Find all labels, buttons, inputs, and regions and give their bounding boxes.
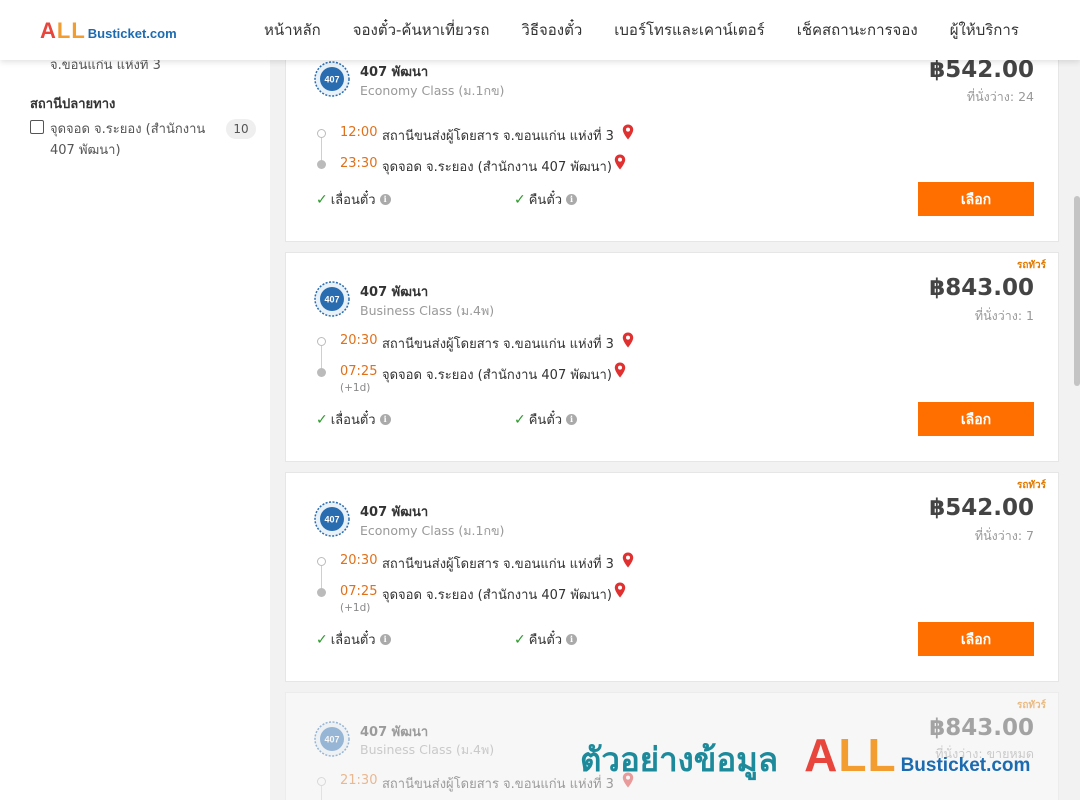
feature-change-ticket: ✓ เลื่อนตั๋ว i	[316, 189, 391, 210]
departure-dot	[317, 129, 326, 138]
select-trip-button[interactable]: เลือก	[918, 622, 1034, 656]
svg-text:407: 407	[324, 295, 339, 305]
sample-data-watermark: ตัวอย่างข้อมูล ALL Busticket.com	[580, 729, 1031, 781]
operator-name: 407 พัฒนา	[360, 505, 429, 520]
departure-dot	[317, 777, 326, 786]
check-icon: ✓	[514, 191, 526, 208]
bus-operator-logo: 407	[314, 61, 350, 97]
nav-book-search[interactable]: จองตั๋ว-ค้นหาเที่ยวรถ	[337, 18, 506, 42]
bus-class: Business Class (ม.4พ)	[360, 303, 495, 318]
scrollbar-thumb[interactable]	[1074, 196, 1080, 386]
timeline-line	[321, 346, 322, 370]
bus-operator-logo: 407	[314, 501, 350, 537]
feature-refund-ticket: ✓ คืนตั๋ว i	[514, 409, 578, 430]
feature-change-ticket: ✓ เลื่อนตั๋ว i	[316, 629, 391, 650]
scrollbar-track[interactable]	[1074, 60, 1080, 800]
operator-name: 407 พัฒนา	[360, 285, 429, 300]
info-icon[interactable]: i	[566, 194, 578, 205]
map-pin-icon[interactable]	[622, 552, 634, 568]
trip-card: 407 407 พัฒนา Economy Class (ม.1กข) ฿542…	[285, 48, 1059, 242]
seats-available: ที่นั่งว่าง: 7	[974, 528, 1034, 543]
bus-operator-logo: 407	[314, 281, 350, 317]
bus-operator-logo: 407	[314, 721, 350, 757]
info-icon[interactable]: i	[379, 194, 391, 205]
trip-price: ฿542.00	[929, 495, 1034, 521]
destination-filter-heading: สถานีปลายทาง	[30, 97, 116, 112]
svg-text:407: 407	[324, 75, 339, 85]
next-day-indicator: (+1d)	[340, 602, 371, 614]
info-icon[interactable]: i	[379, 414, 391, 425]
destination-option-label[interactable]: จุดจอด จ.ระยอง (สำนักงาน 407 พัฒนา)	[50, 119, 215, 161]
operator-name: 407 พัฒนา	[360, 725, 429, 740]
departure-dot	[317, 337, 326, 346]
nav-how-to-book[interactable]: วิธีจองตั๋ว	[505, 18, 598, 42]
arrival-dot	[317, 160, 326, 169]
arrival-time: 07:25	[340, 364, 378, 379]
arrival-dot	[317, 368, 326, 377]
info-icon[interactable]: i	[566, 634, 578, 645]
select-trip-button[interactable]: เลือก	[918, 182, 1034, 216]
trip-price: ฿843.00	[929, 275, 1034, 301]
check-icon: ✓	[316, 631, 328, 648]
seats-available: ที่นั่งว่าง: 1	[974, 308, 1034, 323]
departure-time: 12:00	[340, 125, 378, 140]
map-pin-icon[interactable]	[622, 124, 634, 140]
check-icon: ✓	[514, 631, 526, 648]
departure-dot	[317, 557, 326, 566]
arrival-dot	[317, 588, 326, 597]
arrival-time: 23:30	[340, 156, 378, 171]
select-trip-button[interactable]: เลือก	[918, 402, 1034, 436]
departure-time: 20:30	[340, 333, 378, 348]
seats-available: ที่นั่งว่าง: 24	[966, 89, 1034, 104]
feature-refund-ticket: ✓ คืนตั๋ว i	[514, 629, 578, 650]
timeline-line	[321, 786, 322, 800]
bus-class: Economy Class (ม.1กข)	[360, 83, 505, 98]
trip-card: รถทัวร์ 407 407 พัฒนา Economy Class (ม.1…	[285, 472, 1059, 682]
trip-card: รถทัวร์ 407 407 พัฒนา Business Class (ม.…	[285, 252, 1059, 462]
departure-station: สถานีขนส่งผู้โดยสาร จ.ขอนแก่น แห่งที่ 3	[382, 337, 614, 352]
bus-type-badge: รถทัวร์	[1016, 700, 1046, 711]
bus-type-badge: รถทัวร์	[1016, 480, 1046, 491]
info-icon[interactable]: i	[379, 634, 391, 645]
departure-station: สถานีขนส่งผู้โดยสาร จ.ขอนแก่น แห่งที่ 3	[382, 129, 614, 144]
map-pin-icon[interactable]	[614, 582, 626, 598]
feature-refund-ticket: ✓ คืนตั๋ว i	[514, 189, 578, 210]
map-pin-icon[interactable]	[622, 332, 634, 348]
feature-change-ticket: ✓ เลื่อนตั๋ว i	[316, 409, 391, 430]
bus-class: Business Class (ม.4พ)	[360, 742, 495, 757]
main-nav: หน้าหลัก จองตั๋ว-ค้นหาเที่ยวรถ วิธีจองตั…	[248, 0, 1035, 60]
next-day-indicator: (+1d)	[340, 382, 371, 394]
check-icon: ✓	[316, 191, 328, 208]
map-pin-icon[interactable]	[614, 154, 626, 170]
arrival-station: จุดจอด จ.ระยอง (สำนักงาน 407 พัฒนา)	[382, 588, 612, 603]
nav-phone-counters[interactable]: เบอร์โทรและเคาน์เตอร์	[598, 18, 780, 42]
departure-station: สถานีขนส่งผู้โดยสาร จ.ขอนแก่น แห่งที่ 3	[382, 557, 614, 572]
operator-name: 407 พัฒนา	[360, 65, 429, 80]
departure-time: 21:30	[340, 773, 378, 788]
arrival-station: จุดจอด จ.ระยอง (สำนักงาน 407 พัฒนา)	[382, 368, 612, 383]
nav-operators[interactable]: ผู้ให้บริการ	[934, 18, 1035, 42]
arrival-time: 07:25	[340, 584, 378, 599]
filter-sidebar: จ.ขอนแก่น แห่งที่ 3 สถานีปลายทาง จุดจอด …	[0, 58, 270, 800]
top-navbar: ALL Busticket.com หน้าหลัก จองตั๋ว-ค้นหา…	[0, 0, 1080, 60]
bus-type-badge: รถทัวร์	[1016, 260, 1046, 271]
info-icon[interactable]: i	[566, 414, 578, 425]
bus-class: Economy Class (ม.1กข)	[360, 523, 505, 538]
check-icon: ✓	[316, 411, 328, 428]
departure-time: 20:30	[340, 553, 378, 568]
check-icon: ✓	[514, 411, 526, 428]
timeline-line	[321, 138, 322, 162]
trip-price: ฿542.00	[929, 57, 1034, 83]
site-logo[interactable]: ALL Busticket.com	[40, 18, 177, 44]
timeline-line	[321, 566, 322, 590]
destination-option-count: 10	[226, 119, 256, 139]
svg-text:407: 407	[324, 515, 339, 525]
nav-check-booking[interactable]: เช็คสถานะการจอง	[781, 18, 934, 42]
nav-home[interactable]: หน้าหลัก	[248, 18, 337, 42]
destination-checkbox[interactable]	[30, 120, 44, 134]
svg-text:407: 407	[324, 735, 339, 745]
map-pin-icon[interactable]	[614, 362, 626, 378]
arrival-station: จุดจอด จ.ระยอง (สำนักงาน 407 พัฒนา)	[382, 160, 612, 175]
